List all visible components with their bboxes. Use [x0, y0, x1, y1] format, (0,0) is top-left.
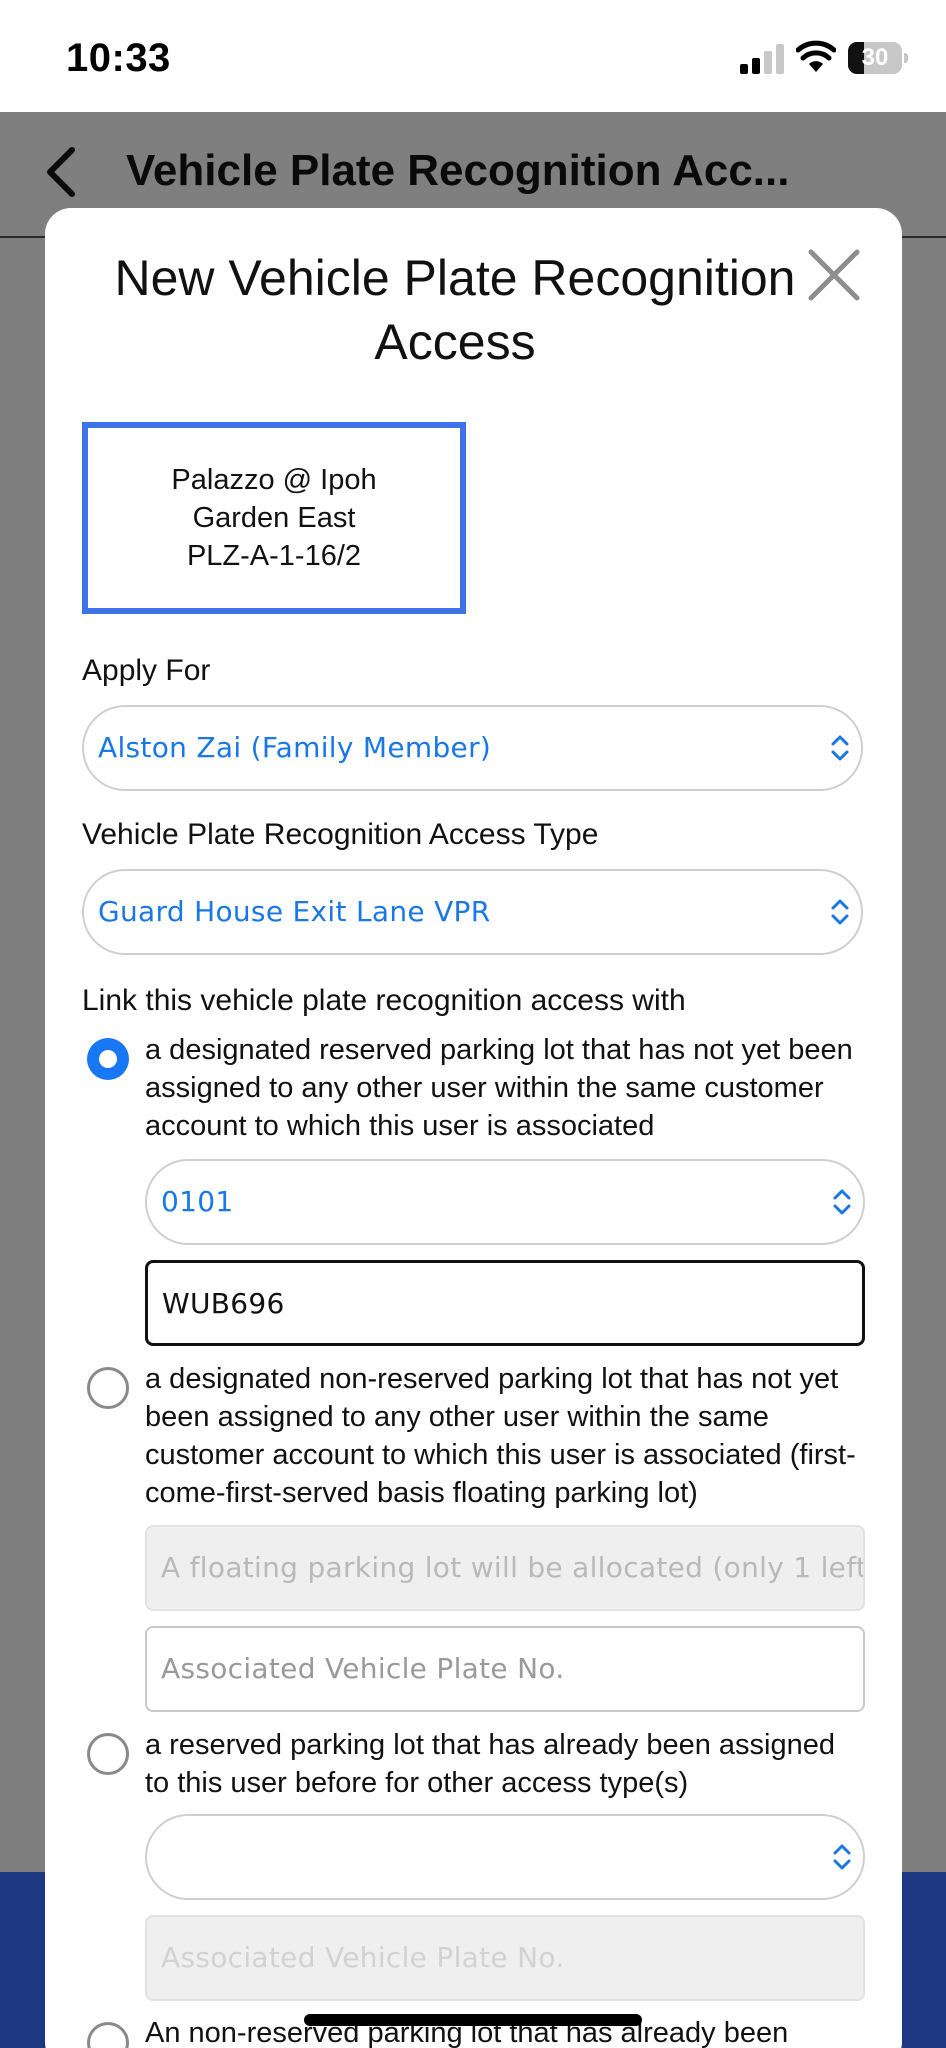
apply-for-value: Alston Zai (Family Member) — [98, 731, 492, 764]
unit-code: PLZ-A-1-16/2 — [186, 540, 362, 572]
modal-title: New Vehicle Plate Recognition Access — [114, 250, 796, 370]
home-indicator — [304, 2014, 642, 2026]
access-type-label: Vehicle Plate Recognition Access Type — [82, 818, 599, 851]
close-icon[interactable] — [807, 248, 861, 302]
cellular-signal-icon — [740, 44, 786, 74]
access-type-select[interactable]: Guard House Exit Lane VPR — [82, 869, 863, 955]
assigned-reserved-lot-plate-input: Associated Vehicle Plate No. — [145, 1915, 865, 2001]
wifi-icon — [795, 40, 837, 74]
radio-floating-lot[interactable] — [87, 1367, 129, 1409]
radio-assigned-reserved-lot[interactable] — [87, 1733, 129, 1775]
reserved-lot-plate-input[interactable]: WUB696 — [145, 1260, 865, 1346]
radio-reserved-lot[interactable] — [87, 1038, 129, 1080]
floating-lot-plate-input[interactable]: Associated Vehicle Plate No. — [145, 1626, 865, 1712]
access-type-value: Guard House Exit Lane VPR — [98, 895, 491, 928]
select-arrows-icon — [829, 897, 851, 927]
unit-name-line2: Garden East — [192, 502, 356, 534]
reserved-lot-value: 0101 — [161, 1185, 234, 1218]
back-chevron-icon[interactable] — [42, 146, 82, 198]
battery-icon: 30 — [848, 42, 908, 74]
apply-for-label: Apply For — [82, 654, 211, 687]
status-bar: 10:33 30 — [0, 0, 946, 112]
unit-name-line1: Palazzo @ Ipoh — [171, 464, 377, 496]
option-reserved-lot-text: a designated reserved parking lot that h… — [145, 1034, 853, 1142]
unit-card: Palazzo @ Ipoh Garden East PLZ-A-1-16/2 — [82, 422, 466, 614]
radio-assigned-non-reserved-lot[interactable] — [87, 2022, 129, 2048]
select-arrows-icon — [831, 1842, 853, 1872]
link-with-label: Link this vehicle plate recognition acce… — [82, 984, 686, 1017]
assigned-reserved-lot-select[interactable] — [145, 1814, 865, 1900]
floating-lot-field: A floating parking lot will be allocated… — [145, 1525, 865, 1611]
background-page-title: Vehicle Plate Recognition Acc... — [126, 146, 790, 195]
new-vpr-access-modal: New Vehicle Plate Recognition Access Pal… — [45, 208, 902, 2048]
apply-for-select[interactable]: Alston Zai (Family Member) — [82, 705, 863, 791]
battery-level: 30 — [861, 44, 889, 71]
option-assigned-reserved-lot-text: a reserved parking lot that has already … — [145, 1729, 835, 1799]
status-time: 10:33 — [66, 36, 171, 80]
select-arrows-icon — [829, 733, 851, 763]
option-floating-lot-text: a designated non-reserved parking lot th… — [145, 1363, 856, 1509]
select-arrows-icon — [831, 1187, 853, 1217]
reserved-lot-select[interactable]: 0101 — [145, 1159, 865, 1245]
